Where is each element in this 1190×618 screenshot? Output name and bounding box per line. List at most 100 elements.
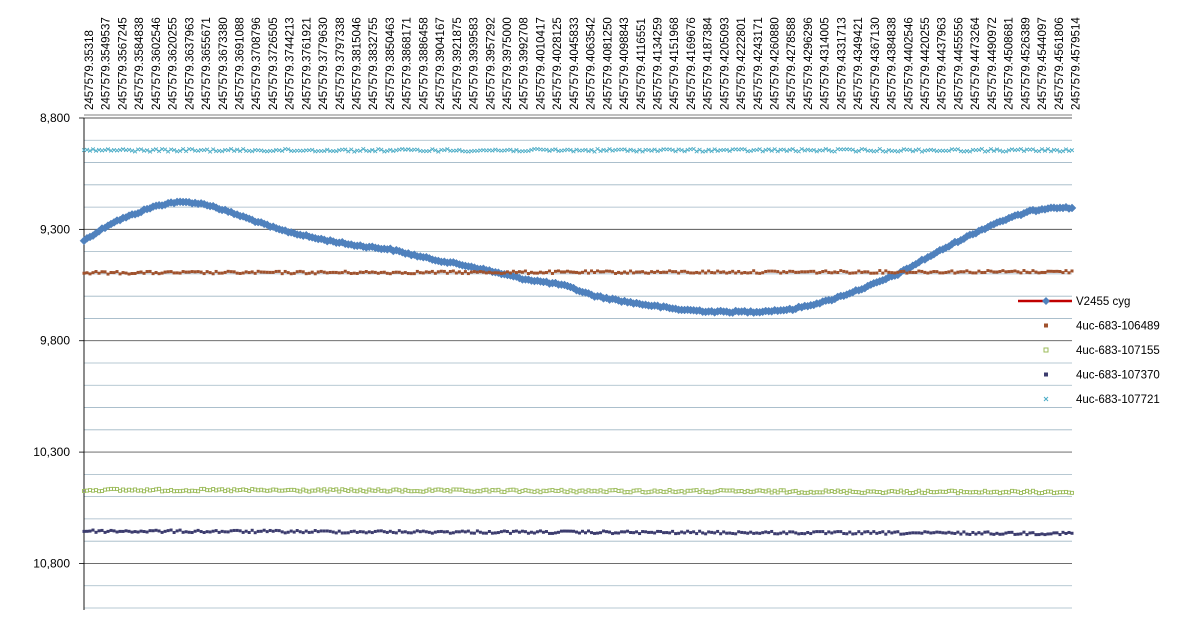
data-point	[162, 147, 168, 152]
data-point	[220, 529, 224, 533]
data-point	[151, 488, 156, 493]
data-point	[1028, 271, 1032, 275]
data-point	[211, 272, 215, 276]
legend-label: 4uc-683-106489	[1076, 321, 1160, 333]
data-point	[668, 531, 672, 535]
legend-label: 4uc-683-107370	[1076, 370, 1160, 382]
data-point	[310, 530, 314, 534]
data-point	[172, 531, 176, 535]
data-point	[529, 270, 533, 274]
data-point	[926, 530, 930, 534]
data-point	[959, 532, 963, 536]
data-point	[892, 148, 897, 153]
data-point	[745, 488, 750, 493]
data-point	[238, 529, 242, 533]
data-point	[352, 271, 356, 275]
data-point	[328, 487, 333, 492]
data-point	[860, 532, 864, 536]
data-point	[84, 147, 90, 152]
data-point	[887, 270, 891, 274]
data-point	[992, 532, 996, 536]
data-point	[298, 530, 302, 534]
data-point	[331, 487, 336, 492]
x-tick-label: 2457579.4063542	[586, 17, 598, 110]
data-point	[100, 270, 104, 274]
data-point	[758, 531, 762, 535]
data-point	[232, 528, 236, 532]
data-point	[439, 269, 443, 273]
data-point	[692, 271, 696, 275]
data-point	[584, 269, 588, 273]
data-point	[725, 531, 729, 535]
data-point	[562, 489, 567, 494]
data-point	[529, 147, 534, 152]
x-tick-label: 2457579.4116551	[636, 18, 648, 110]
data-point	[848, 271, 852, 275]
data-point	[508, 271, 512, 275]
data-point	[136, 530, 140, 534]
data-point	[734, 271, 738, 275]
data-point	[890, 531, 894, 535]
data-point	[292, 487, 297, 492]
x-tick-label: 2457579.3602546	[151, 17, 163, 110]
data-point	[719, 532, 723, 536]
data-point	[985, 148, 991, 154]
data-point	[1058, 490, 1062, 495]
data-point	[661, 489, 666, 494]
data-point	[841, 489, 846, 494]
data-point	[962, 270, 966, 274]
x-tick-label: 2457579.3744213	[285, 17, 297, 110]
data-point	[721, 488, 726, 493]
data-point	[505, 530, 509, 534]
data-point	[343, 531, 347, 535]
data-point	[809, 269, 813, 273]
data-point	[556, 530, 560, 534]
data-point	[634, 488, 639, 493]
data-point	[1004, 531, 1008, 535]
gridlines	[84, 117, 1072, 609]
data-point	[884, 532, 888, 536]
data-point	[328, 270, 332, 274]
data-point	[544, 489, 549, 494]
data-point	[409, 489, 414, 494]
data-point	[608, 269, 612, 273]
data-point	[439, 487, 444, 492]
data-point	[800, 531, 804, 535]
data-point	[145, 530, 149, 534]
data-point	[538, 529, 542, 533]
data-point	[418, 271, 422, 275]
data-point	[656, 269, 660, 273]
data-point	[337, 529, 341, 533]
data-point	[463, 530, 467, 534]
data-point	[638, 532, 642, 536]
data-point	[319, 488, 324, 493]
data-point	[385, 489, 390, 494]
data-point	[97, 489, 101, 494]
data-point	[460, 271, 464, 275]
data-point	[578, 531, 582, 535]
data-point	[193, 488, 198, 493]
x-tick-label: 2457579.3620255	[168, 17, 180, 110]
data-point	[271, 148, 276, 154]
data-point	[349, 272, 353, 276]
data-point	[665, 531, 669, 535]
data-point	[821, 530, 825, 534]
data-point	[665, 270, 669, 274]
data-point	[130, 530, 134, 534]
data-point	[175, 489, 180, 494]
data-point	[223, 530, 227, 534]
data-point	[235, 271, 239, 275]
data-point	[1016, 532, 1020, 536]
data-point	[121, 487, 125, 492]
data-point	[932, 531, 936, 535]
data-point	[869, 271, 873, 275]
data-point	[1040, 491, 1044, 495]
data-point	[469, 531, 473, 535]
data-point	[676, 489, 681, 494]
data-point	[617, 531, 621, 535]
data-point	[535, 271, 539, 275]
data-point	[1058, 533, 1062, 537]
axes: 8,800 9,300 9,800 10,300 10,800 2457579.35318…	[33, 17, 1082, 610]
data-point	[845, 532, 849, 536]
data-point	[373, 270, 377, 274]
